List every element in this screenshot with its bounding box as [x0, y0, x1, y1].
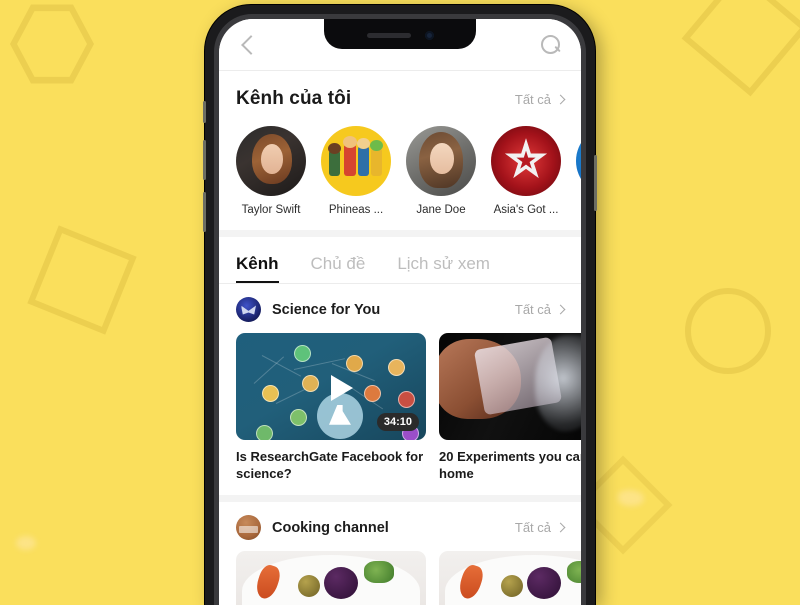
- tab-kenh[interactable]: Kênh: [236, 254, 279, 283]
- light-blob: [618, 490, 644, 506]
- phineas-ferb-avatar: [321, 126, 391, 196]
- taylor-swift-avatar: [236, 126, 306, 196]
- network-graph-thumbnail: 34:10: [236, 333, 426, 440]
- channel-avatar-label: Taylor Swift: [241, 204, 301, 216]
- earpiece-speaker-icon: [366, 33, 411, 38]
- channel-header-cooking: Cooking channel Tất cả: [219, 502, 581, 541]
- video-card[interactable]: [439, 551, 581, 605]
- channel-see-all-link[interactable]: Tất cả: [514, 302, 566, 317]
- asias-got-talent-avatar: [491, 126, 561, 196]
- fifth-channel-avatar: [576, 126, 581, 196]
- chevron-left-icon: [241, 34, 261, 55]
- hexagon-shape-icon: [10, 4, 94, 84]
- phone-screen: Kênh của tôi Tất cả Taylor Swift Phineas…: [219, 19, 581, 605]
- video-card[interactable]: [236, 551, 426, 605]
- search-button[interactable]: [538, 32, 564, 58]
- channel-avatar-item[interactable]: Taylor Swift: [236, 126, 306, 216]
- see-all-label: Tất cả: [514, 91, 551, 107]
- chevron-right-icon: [555, 522, 566, 533]
- food-plate-thumbnail: [236, 551, 426, 605]
- video-title: Is ResearchGate Facebook for science?: [236, 449, 424, 482]
- volume-down-button[interactable]: [203, 192, 206, 232]
- science-for-you-logo: [236, 297, 261, 322]
- my-channels-header: Kênh của tôi Tất cả: [219, 71, 581, 110]
- diamond-shape-icon: [27, 225, 137, 335]
- silent-switch-button[interactable]: [203, 101, 206, 123]
- food-plate-thumbnail: [439, 551, 581, 605]
- front-camera-icon: [424, 31, 434, 40]
- video-card[interactable]: 34:10 Is ResearchGate Facebook for scien…: [236, 333, 426, 482]
- phone-mockup: Kênh của tôi Tất cả Taylor Swift Phineas…: [203, 5, 597, 605]
- light-blob: [16, 536, 36, 550]
- chevron-right-icon: [555, 304, 566, 315]
- section-separator: [219, 230, 581, 237]
- channel-name: Cooking channel: [272, 519, 389, 536]
- cooking-channel-logo: [236, 515, 261, 541]
- smoke-experiment-thumbnail: [439, 333, 581, 440]
- my-channels-title: Kênh của tôi: [236, 88, 352, 109]
- search-icon: [541, 34, 561, 55]
- channel-avatar-label: Phineas ...: [328, 204, 384, 216]
- science-video-list[interactable]: 34:10 Is ResearchGate Facebook for scien…: [219, 322, 581, 482]
- my-channels-see-all-link[interactable]: Tất cả: [514, 91, 566, 107]
- see-all-label: Tất cả: [514, 520, 551, 536]
- channel-avatar-label: 5: [576, 204, 581, 216]
- channel-avatar-item[interactable]: Phineas ...: [321, 126, 391, 216]
- cooking-video-list[interactable]: [219, 540, 581, 605]
- see-all-label: Tất cả: [514, 302, 551, 317]
- channel-name: Science for You: [272, 301, 381, 318]
- video-duration-badge: 34:10: [376, 413, 419, 431]
- channel-avatar-item[interactable]: 5: [576, 126, 581, 216]
- circle-shape-icon: [685, 288, 771, 374]
- channel-avatar-item[interactable]: Asia's Got ...: [491, 126, 561, 216]
- tab-chu-de[interactable]: Chủ đề: [311, 254, 366, 283]
- channel-avatar-item[interactable]: Jane Doe: [406, 126, 476, 216]
- section-separator: [219, 495, 581, 503]
- content-tabs: Kênh Chủ đề Lịch sử xem: [219, 237, 581, 283]
- channel-header-science: Science for You Tất cả: [219, 284, 581, 322]
- channel-avatar-label: Asia's Got ...: [493, 204, 559, 216]
- phone-bezel: Kênh của tôi Tất cả Taylor Swift Phineas…: [214, 14, 586, 605]
- volume-up-button[interactable]: [203, 140, 206, 180]
- tab-lich-su-xem[interactable]: Lịch sử xem: [397, 254, 490, 283]
- back-button[interactable]: [236, 32, 262, 58]
- jane-doe-avatar: [406, 126, 476, 196]
- chevron-right-icon: [555, 94, 566, 104]
- my-channels-avatar-list[interactable]: Taylor Swift Phineas ... Jane Doe Asia's…: [219, 110, 581, 230]
- video-card[interactable]: 20 Experiments you can try at home: [439, 333, 581, 482]
- channel-avatar-label: Jane Doe: [416, 204, 466, 216]
- diamond-shape-icon: [681, 0, 800, 97]
- video-title: 20 Experiments you can try at home: [439, 449, 581, 482]
- phone-notch: [324, 19, 476, 49]
- power-button[interactable]: [594, 155, 597, 211]
- channel-see-all-link[interactable]: Tất cả: [514, 520, 566, 536]
